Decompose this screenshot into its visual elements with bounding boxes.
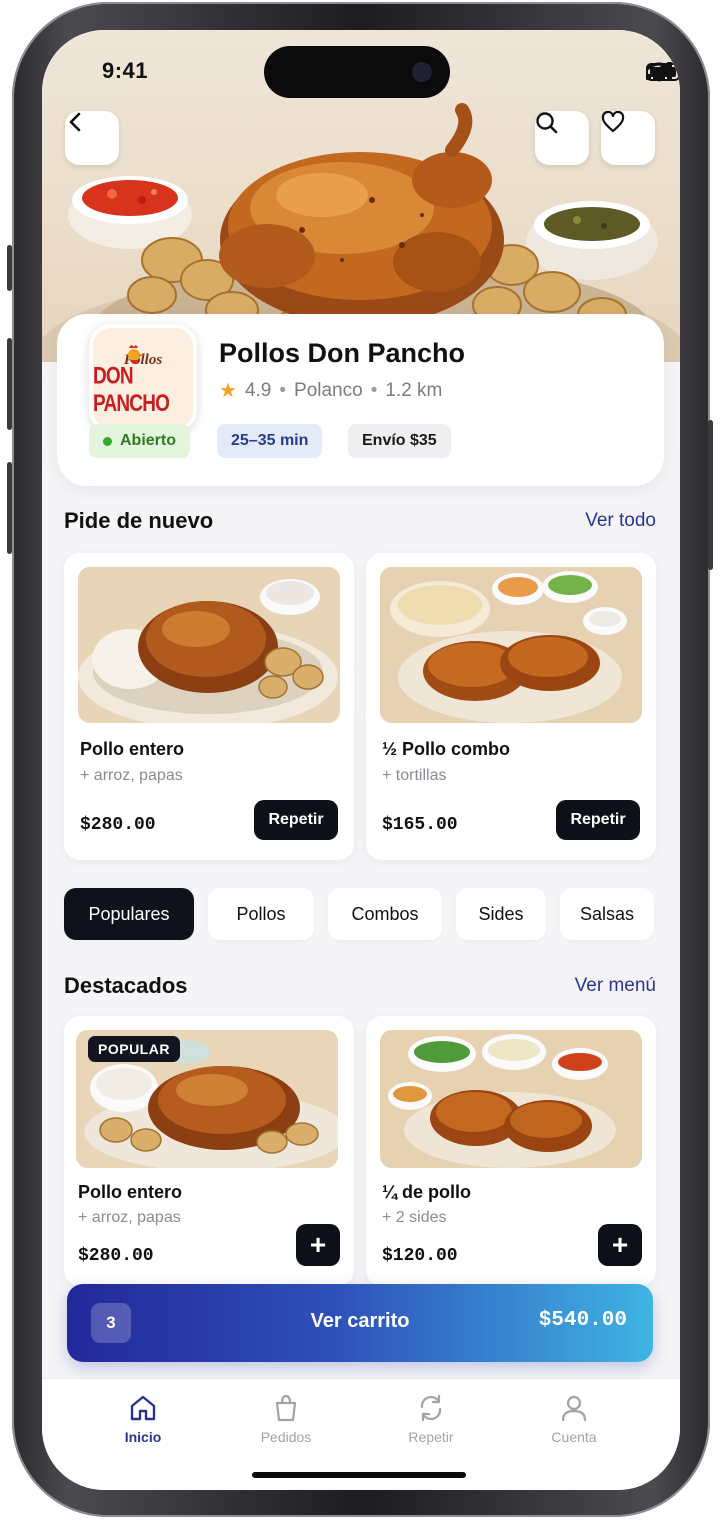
camera-icon [412,62,432,82]
item-price: $280.00 [78,1246,154,1266]
reorder-card[interactable]: ½ Pollo combo + tortillas $165.00 Repeti… [366,553,656,860]
item-price: $280.00 [80,815,156,835]
cart-total: $540.00 [538,1309,627,1332]
hero-image: 9:41 [42,30,680,362]
nav-item-pedidos[interactable]: Pedidos [231,1393,341,1445]
mute-switch [7,245,12,291]
rating: 4.9 [244,379,272,401]
heart-icon [601,111,625,133]
plus-icon: + [309,1229,327,1260]
nav-item-cuenta[interactable]: Cuenta [519,1393,629,1445]
popular-badge: POPULAR [88,1036,180,1062]
see-all-link[interactable]: Ver todo [585,510,656,532]
tab-combos[interactable]: Combos [328,888,442,940]
item-name: ¼ de pollo [382,1182,472,1202]
half-chicken-combo-image [380,567,642,723]
favorite-button[interactable] [601,111,655,165]
food-image [380,567,642,723]
nav-item-repetir[interactable]: Repetir [376,1393,486,1445]
chevron-left-icon [69,112,81,132]
nav-label: Cuenta [551,1429,597,1445]
item-description: + tortillas [382,767,447,784]
repeat-button[interactable]: Repetir [556,800,640,840]
delivery-fee-badge: Envío $35 [348,424,451,458]
item-description: + 2 sides [382,1209,447,1226]
featured-section-title: Destacados [64,973,188,998]
plus-icon: + [611,1229,629,1260]
reorder-section-title: Pide de nuevo [64,508,214,533]
distance: 1.2 km [385,379,443,401]
see-menu-link[interactable]: Ver menú [575,975,656,997]
repeat-icon [420,1394,442,1422]
tab-sides[interactable]: Sides [456,888,546,940]
open-dot-icon [103,436,112,446]
add-to-cart-button[interactable]: + [598,1224,642,1266]
quarter-chicken-image [380,1030,642,1168]
restaurant-logo: Pollos DON PANCHO [89,324,197,432]
restaurant-card: Pollos DON PANCHO Pollos Don Pancho ★ 4.… [57,314,664,486]
eta-badge: 25–35 min [217,424,323,458]
back-button[interactable] [65,111,119,165]
nav-label: Pedidos [260,1429,312,1445]
item-price: $120.00 [382,1246,458,1266]
user-icon [561,1395,587,1422]
bag-icon [275,1394,297,1422]
tab-populares[interactable]: Populares [64,888,194,940]
item-name: Pollo entero [78,1182,183,1202]
restaurant-name: Pollos Don Pancho [219,338,466,368]
volume-down-button [7,462,12,554]
home-icon [130,1395,156,1421]
restaurant-meta: ★ 4.9 • Polanco • 1.2 km [219,378,442,403]
featured-card[interactable]: POPULAR Pollo entero + arroz, papas $280… [64,1016,354,1286]
nav-item-inicio[interactable]: Inicio [88,1393,198,1445]
item-name: ½ Pollo combo [382,739,511,759]
view-cart-button[interactable]: 3 Ver carrito $540.00 [67,1284,653,1362]
featured-card[interactable]: ¼ de pollo + 2 sides $120.00 + [366,1016,656,1286]
item-description: + arroz, papas [80,767,183,784]
repeat-button[interactable]: Repetir [254,800,338,840]
chicken-rice-plate-image [78,567,340,723]
power-button [708,420,713,570]
app-screen: 9:41 Pollos DON PANCHO Pollos Don Pancho… [42,30,680,1490]
status-badge: Abierto [89,424,190,458]
nav-label: Inicio [124,1429,162,1445]
status-text: Abierto [120,432,176,449]
search-icon [536,112,558,134]
reorder-card[interactable]: Pollo entero + arroz, papas $280.00 Repe… [64,553,354,860]
search-button[interactable] [535,111,589,165]
dynamic-island [264,46,450,98]
separator: • [279,379,287,401]
item-description: + arroz, papas [78,1209,181,1226]
food-image [380,1030,642,1168]
status-time: 9:41 [102,58,149,83]
battery-icon [646,63,680,81]
tab-salsas[interactable]: Salsas [560,888,654,940]
tab-pollos[interactable]: Pollos [208,888,314,940]
separator: • [370,379,378,401]
nav-label: Repetir [408,1429,454,1445]
volume-up-button [7,338,12,430]
item-name: Pollo entero [80,739,185,759]
home-indicator [252,1472,466,1478]
category-tabs: Populares Pollos Combos Sides Salsas [64,888,654,940]
neighborhood: Polanco [294,379,363,401]
food-image [78,567,340,723]
logo-text-main: DON PANCHO [93,363,170,417]
item-price: $165.00 [382,815,458,835]
add-to-cart-button[interactable]: + [296,1224,340,1266]
star-icon: ★ [219,380,237,402]
